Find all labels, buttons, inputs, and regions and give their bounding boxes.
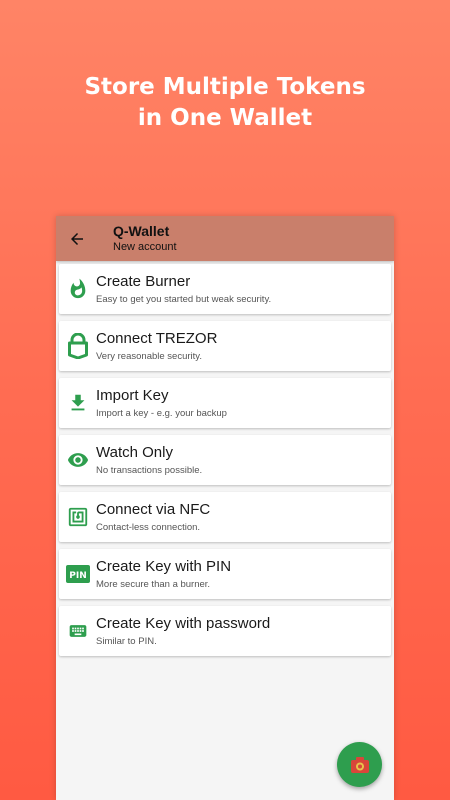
option-title: Connect TREZOR	[96, 330, 218, 347]
app-subtitle: New account	[113, 241, 177, 253]
option-create-key-password[interactable]: Create Key with password Similar to PIN.	[59, 606, 391, 656]
promo-line-1: Store Multiple Tokens	[84, 74, 366, 100]
keyboard-icon	[65, 618, 91, 644]
pin-icon: PIN	[65, 561, 91, 587]
svg-text:PIN: PIN	[69, 571, 86, 581]
flame-icon	[65, 276, 91, 302]
option-import-key[interactable]: Import Key Import a key - e.g. your back…	[59, 378, 391, 428]
option-title: Create Key with PIN	[96, 558, 232, 575]
phone-screen: Q-Wallet New account Create Burner Easy …	[56, 216, 394, 800]
app-bar: Q-Wallet New account	[56, 216, 394, 261]
option-description: Easy to get you started but weak securit…	[96, 294, 272, 305]
option-title: Create Burner	[96, 273, 191, 290]
option-title: Connect via NFC	[96, 501, 211, 518]
option-description: No transactions possible.	[96, 465, 203, 476]
option-description: More secure than a burner.	[96, 579, 211, 590]
option-description: Import a key - e.g. your backup	[96, 408, 227, 419]
option-description: Contact-less connection.	[96, 522, 201, 533]
option-create-burner[interactable]: Create Burner Easy to get you started bu…	[59, 264, 391, 314]
promo-line-2: in One Wallet	[137, 105, 313, 131]
trezor-lock-icon	[65, 333, 91, 359]
scan-fab-button[interactable]	[337, 742, 382, 787]
option-title: Create Key with password	[96, 615, 271, 632]
option-description: Very reasonable security.	[96, 351, 202, 362]
option-connect-nfc[interactable]: Connect via NFC Contact-less connection.	[59, 492, 391, 542]
option-title: Import Key	[96, 387, 169, 404]
option-create-key-pin[interactable]: PIN Create Key with PIN More secure than…	[59, 549, 391, 599]
back-button[interactable]	[64, 226, 90, 252]
option-watch-only[interactable]: Watch Only No transactions possible.	[59, 435, 391, 485]
nfc-icon	[65, 504, 91, 530]
camera-icon	[350, 756, 369, 773]
option-connect-trezor[interactable]: Connect TREZOR Very reasonable security.	[59, 321, 391, 371]
eye-icon	[65, 447, 91, 473]
option-description: Similar to PIN.	[96, 636, 157, 647]
app-title: Q-Wallet	[113, 223, 170, 239]
arrow-back-icon	[71, 233, 83, 245]
promo-headline: Store Multiple Tokens in One Wallet	[0, 72, 450, 134]
option-title: Watch Only	[96, 444, 173, 461]
download-icon	[65, 390, 91, 416]
